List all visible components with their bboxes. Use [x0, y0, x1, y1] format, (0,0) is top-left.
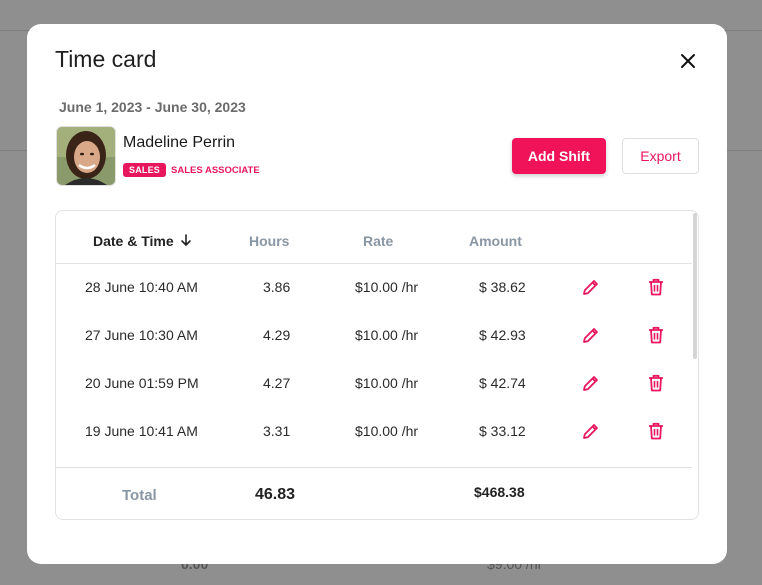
delete-button[interactable]	[645, 324, 667, 346]
close-icon	[681, 54, 695, 68]
time-entries-table: Date & Time Hours Rate Amount 28 June 10…	[55, 210, 699, 520]
row-date-time: 20 June 01:59 PM	[85, 375, 199, 391]
footer-divider	[56, 467, 692, 468]
time-card-modal: Time card June 1, 2023 - June 30, 2023 M…	[27, 24, 727, 564]
department-badge: SALES	[123, 163, 167, 177]
pencil-icon	[583, 376, 598, 391]
edit-button[interactable]	[580, 372, 602, 394]
export-button[interactable]: Export	[622, 138, 699, 174]
table-row: 27 June 10:30 AM 4.29 $10.00 /hr $ 42.93	[56, 311, 692, 359]
trash-icon	[649, 374, 663, 392]
table-row: 20 June 01:59 PM 4.27 $10.00 /hr $ 42.74	[56, 359, 692, 407]
add-shift-button[interactable]: Add Shift	[512, 138, 606, 174]
table-row: 28 June 10:40 AM 3.86 $10.00 /hr $ 38.62	[56, 263, 692, 311]
row-hours: 4.29	[263, 327, 291, 343]
pencil-icon	[583, 280, 598, 295]
row-amount: $ 38.62	[479, 279, 526, 295]
total-hours: 46.83	[255, 486, 296, 503]
table-scrollbar[interactable]	[692, 211, 698, 519]
row-hours: 4.27	[263, 375, 291, 391]
edit-button[interactable]	[580, 276, 602, 298]
row-date-time: 28 June 10:40 AM	[85, 279, 198, 295]
pencil-icon	[583, 328, 598, 343]
employee-role: SALES ASSOCIATE	[171, 165, 260, 176]
row-rate: $10.00 /hr	[355, 279, 419, 295]
row-rate: $10.00 /hr	[355, 423, 419, 439]
arrow-down-icon	[180, 234, 191, 246]
column-header-date-time[interactable]: Date & Time	[93, 233, 192, 249]
date-range: June 1, 2023 - June 30, 2023	[59, 99, 246, 115]
edit-button[interactable]	[580, 324, 602, 346]
avatar	[56, 126, 116, 186]
delete-button[interactable]	[645, 420, 667, 442]
row-rate: $10.00 /hr	[355, 375, 419, 391]
modal-title: Time card	[55, 46, 157, 72]
close-button[interactable]	[675, 48, 701, 74]
total-amount: $468.38	[474, 484, 525, 500]
row-date-time: 19 June 10:41 AM	[85, 423, 198, 439]
trash-icon	[649, 278, 663, 296]
pencil-icon	[583, 424, 598, 439]
row-amount: $ 42.93	[479, 327, 526, 343]
column-header-label: Date & Time	[93, 233, 174, 249]
row-amount: $ 33.12	[479, 423, 526, 439]
trash-icon	[649, 326, 663, 344]
scrollbar-thumb[interactable]	[693, 213, 697, 359]
trash-icon	[649, 422, 663, 440]
row-amount: $ 42.74	[479, 375, 526, 391]
delete-button[interactable]	[645, 372, 667, 394]
column-header-amount[interactable]: Amount	[469, 233, 522, 249]
row-hours: 3.86	[263, 279, 291, 295]
column-header-rate[interactable]: Rate	[363, 233, 393, 249]
column-header-hours[interactable]: Hours	[249, 233, 289, 249]
row-hours: 3.31	[263, 423, 291, 439]
row-date-time: 27 June 10:30 AM	[85, 327, 198, 343]
row-rate: $10.00 /hr	[355, 327, 419, 343]
total-label: Total	[122, 487, 157, 504]
edit-button[interactable]	[580, 420, 602, 442]
delete-button[interactable]	[645, 276, 667, 298]
employee-name: Madeline Perrin	[123, 134, 236, 151]
table-row: 19 June 10:41 AM 3.31 $10.00 /hr $ 33.12	[56, 407, 692, 455]
